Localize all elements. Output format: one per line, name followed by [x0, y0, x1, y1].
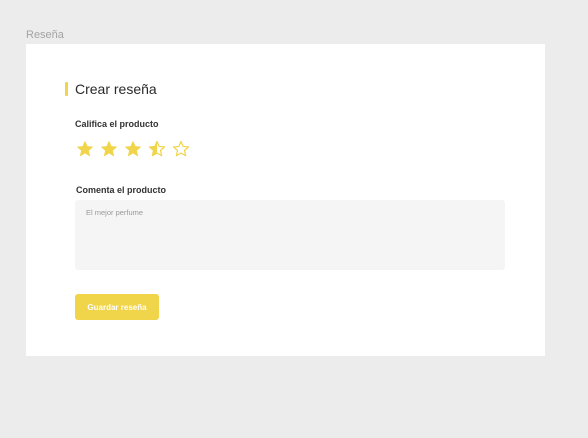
star-filled-icon[interactable]: [76, 140, 94, 158]
comment-input[interactable]: [75, 200, 505, 270]
comment-label: Comenta el producto: [76, 185, 167, 195]
title-accent-bar: [65, 82, 68, 96]
star-rating[interactable]: [76, 140, 190, 158]
star-filled-icon[interactable]: [100, 140, 118, 158]
star-filled-icon[interactable]: [124, 140, 142, 158]
rating-label: Califica el producto: [75, 119, 159, 129]
star-empty-icon[interactable]: [172, 140, 190, 158]
title-row: Crear reseña: [65, 81, 157, 97]
save-review-button[interactable]: Guardar reseña: [75, 294, 159, 320]
page-title: Crear reseña: [75, 81, 157, 97]
review-card: Crear reseña Califica el producto Coment…: [26, 44, 545, 356]
star-half-icon[interactable]: [148, 140, 166, 158]
frame-label: Reseña: [26, 29, 64, 41]
